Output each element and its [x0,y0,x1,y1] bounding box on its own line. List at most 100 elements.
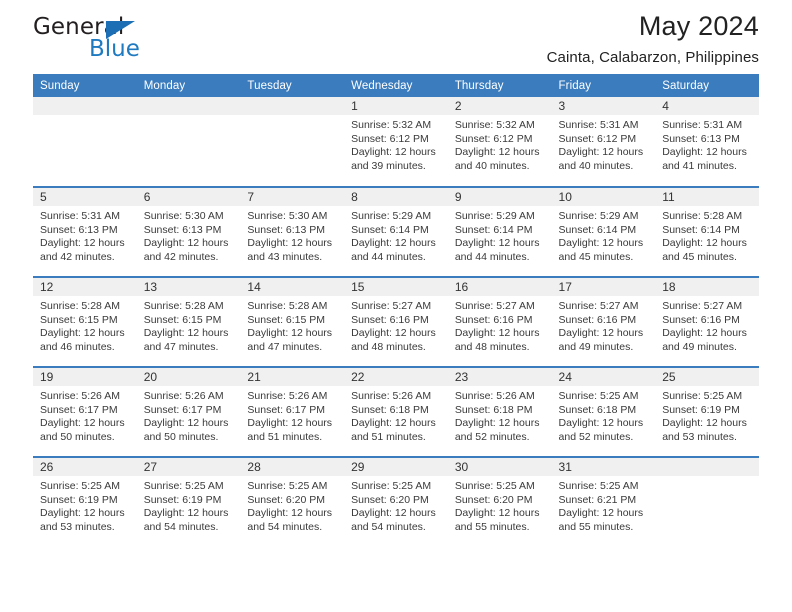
day-number: 27 [136,458,241,476]
weekday-header-monday: Monday [136,74,241,97]
day-number: 14 [240,278,345,296]
day-number: 17 [551,278,656,296]
day-number: 30 [447,458,552,476]
day-detail-line: and 47 minutes. [247,340,323,353]
calendar-day-cell[interactable]: 18 Sunrise: 5:27 AM Sunset: 6:16 PM Dayligh… [655,276,759,367]
day-number: 24 [551,368,656,386]
day-detail-line: Sunset: 6:14 PM [662,223,740,236]
calendar-day-cell[interactable]: 4 Sunrise: 5:31 AM Sunset: 6:13 PM Daylight… [655,97,759,187]
calendar-day-cell[interactable]: 6 Sunrise: 5:30 AM Sunset: 6:13 PM Daylight… [136,186,241,277]
day-detail-line: and 46 minutes. [40,340,115,353]
day-details: Sunrise: 5:26 AM Sunset: 6:18 PM Daylight:… [344,386,448,444]
day-detail-line: Daylight: 12 hours [558,327,644,340]
day-details: Sunrise: 5:28 AM Sunset: 6:14 PM Daylight:… [655,206,759,264]
calendar-day-cell[interactable]: 3 Sunrise: 5:31 AM Sunset: 6:12 PM Daylight… [551,97,656,187]
day-number: 20 [136,368,241,386]
day-detail-line: and 52 minutes. [454,430,530,443]
day-details: Sunrise: 5:27 AM Sunset: 6:16 PM Daylight:… [448,296,552,354]
calendar-day-cell[interactable]: 31 Sunrise: 5:25 AM Sunset: 6:21 PM Dayligh… [551,456,656,547]
day-detail-line: Sunset: 6:15 PM [247,313,326,326]
calendar-day-cell[interactable]: 30 Sunrise: 5:25 AM Sunset: 6:20 PM Dayligh… [447,456,552,547]
day-detail-line: and 50 minutes. [143,430,219,443]
calendar-day-cell[interactable]: 10 Sunrise: 5:29 AM Sunset: 6:14 PM Dayligh… [551,186,656,277]
day-detail-line: Daylight: 12 hours [143,417,229,430]
calendar-day-cell[interactable]: 2 Sunrise: 5:32 AM Sunset: 6:12 PM Daylight… [447,97,552,187]
day-detail-line: and 53 minutes. [40,520,115,533]
calendar-day-cell[interactable]: 11 Sunrise: 5:28 AM Sunset: 6:14 PM Dayligh… [655,186,759,277]
calendar-day-cell[interactable]: 12 Sunrise: 5:28 AM Sunset: 6:15 PM Dayligh… [33,276,137,367]
calendar-day-cell[interactable]: 23 Sunrise: 5:26 AM Sunset: 6:18 PM Dayligh… [447,366,552,457]
day-detail-line: Sunset: 6:16 PM [351,313,429,326]
day-detail-line: and 52 minutes. [558,430,634,443]
day-number: 25 [655,368,759,386]
day-detail-line: Daylight: 12 hours [454,327,540,340]
day-number: 4 [655,97,759,115]
general-blue-logo[interactable]: General Blue [33,14,183,66]
day-detail-line: and 48 minutes. [454,340,530,353]
calendar-day-cell[interactable]: 28 Sunrise: 5:25 AM Sunset: 6:20 PM Dayligh… [240,456,345,547]
logo-text-blue: Blue [89,36,140,62]
day-detail-line: Sunrise: 5:26 AM [143,390,224,402]
day-number: 15 [344,278,448,296]
day-details: Sunrise: 5:29 AM Sunset: 6:14 PM Daylight:… [552,206,656,264]
day-detail-line: Sunset: 6:16 PM [454,313,533,326]
day-detail-line: and 41 minutes. [662,159,737,172]
day-number: 10 [551,188,656,206]
calendar-day-cell[interactable]: 24 Sunrise: 5:25 AM Sunset: 6:18 PM Dayligh… [551,366,656,457]
calendar-day-cell[interactable]: 13 Sunrise: 5:28 AM Sunset: 6:15 PM Dayligh… [136,276,241,367]
calendar-day-cell[interactable]: 1 Sunrise: 5:32 AM Sunset: 6:12 PM Daylight… [344,97,448,187]
day-detail-line: and 49 minutes. [558,340,634,353]
calendar-day-cell[interactable]: 22 Sunrise: 5:26 AM Sunset: 6:18 PM Dayligh… [344,366,448,457]
day-detail-line: Sunrise: 5:29 AM [558,210,639,222]
day-number: 12 [33,278,137,296]
day-number: 26 [33,458,137,476]
calendar-day-cell[interactable]: 27 Sunrise: 5:25 AM Sunset: 6:19 PM Dayligh… [136,456,241,547]
day-detail-line: Daylight: 12 hours [40,327,125,340]
calendar-day-cell[interactable]: 19 Sunrise: 5:26 AM Sunset: 6:17 PM Dayligh… [33,366,137,457]
day-details: Sunrise: 5:31 AM Sunset: 6:13 PM Daylight:… [655,115,759,173]
calendar-day-cell[interactable]: 7 Sunrise: 5:30 AM Sunset: 6:13 PM Daylight… [240,186,345,277]
calendar-day-cell[interactable]: 8 Sunrise: 5:29 AM Sunset: 6:14 PM Daylight… [344,186,448,277]
day-details: Sunrise: 5:25 AM Sunset: 6:20 PM Daylight:… [240,476,344,534]
day-number: 23 [447,368,552,386]
day-detail-line: Sunset: 6:16 PM [558,313,637,326]
calendar-day-cell[interactable]: 17 Sunrise: 5:27 AM Sunset: 6:16 PM Dayligh… [551,276,656,367]
day-detail-line: Daylight: 12 hours [662,146,747,159]
day-detail-line: Daylight: 12 hours [143,507,229,520]
day-detail-line: and 54 minutes. [247,520,323,533]
day-detail-line: and 45 minutes. [662,250,737,263]
day-detail-line: and 45 minutes. [558,250,634,263]
calendar-day-cell[interactable]: 9 Sunrise: 5:29 AM Sunset: 6:14 PM Daylight… [447,186,552,277]
day-detail-line: and 44 minutes. [351,250,426,263]
weekday-header-tuesday: Tuesday [240,74,345,97]
calendar-day-cell[interactable]: 20 Sunrise: 5:26 AM Sunset: 6:17 PM Dayligh… [136,366,241,457]
day-detail-line: Sunset: 6:13 PM [143,223,222,236]
day-detail-line: Sunrise: 5:28 AM [143,300,224,312]
day-detail-line: Sunrise: 5:26 AM [247,390,328,402]
day-detail-line: Daylight: 12 hours [143,327,229,340]
day-detail-line: Sunrise: 5:25 AM [247,480,328,492]
day-detail-line: Sunrise: 5:25 AM [558,480,639,492]
day-number: 5 [33,188,137,206]
day-number: 28 [240,458,345,476]
day-number: 11 [655,188,759,206]
calendar-day-cell[interactable]: 14 Sunrise: 5:28 AM Sunset: 6:15 PM Dayligh… [240,276,345,367]
calendar-day-cell[interactable]: 21 Sunrise: 5:26 AM Sunset: 6:17 PM Dayligh… [240,366,345,457]
calendar-day-cell[interactable]: 15 Sunrise: 5:27 AM Sunset: 6:16 PM Dayligh… [344,276,448,367]
calendar-day-cell[interactable]: 5 Sunrise: 5:31 AM Sunset: 6:13 PM Daylight… [33,186,137,277]
day-detail-line: and 55 minutes. [558,520,634,533]
day-details: Sunrise: 5:28 AM Sunset: 6:15 PM Daylight:… [33,296,137,354]
day-number: 6 [136,188,241,206]
day-detail-line: Daylight: 12 hours [454,507,540,520]
day-detail-line: Daylight: 12 hours [351,237,436,250]
calendar-day-cell[interactable]: 25 Sunrise: 5:25 AM Sunset: 6:19 PM Dayligh… [655,366,759,457]
day-detail-line: Sunrise: 5:31 AM [40,210,120,222]
calendar-day-cell[interactable]: 16 Sunrise: 5:27 AM Sunset: 6:16 PM Dayligh… [447,276,552,367]
calendar-table: Sunday Monday Tuesday Wednesday Thursday Frid… [33,74,759,547]
calendar-week-row: 5 Sunrise: 5:31 AM Sunset: 6:13 PM Daylight… [33,186,759,277]
weekday-header-friday: Friday [551,74,656,97]
day-detail-line: Daylight: 12 hours [247,237,333,250]
day-detail-line: Daylight: 12 hours [40,417,125,430]
calendar-day-cell[interactable]: 26 Sunrise: 5:25 AM Sunset: 6:19 PM Dayligh… [33,456,137,547]
calendar-day-cell[interactable]: 29 Sunrise: 5:25 AM Sunset: 6:20 PM Dayligh… [344,456,448,547]
